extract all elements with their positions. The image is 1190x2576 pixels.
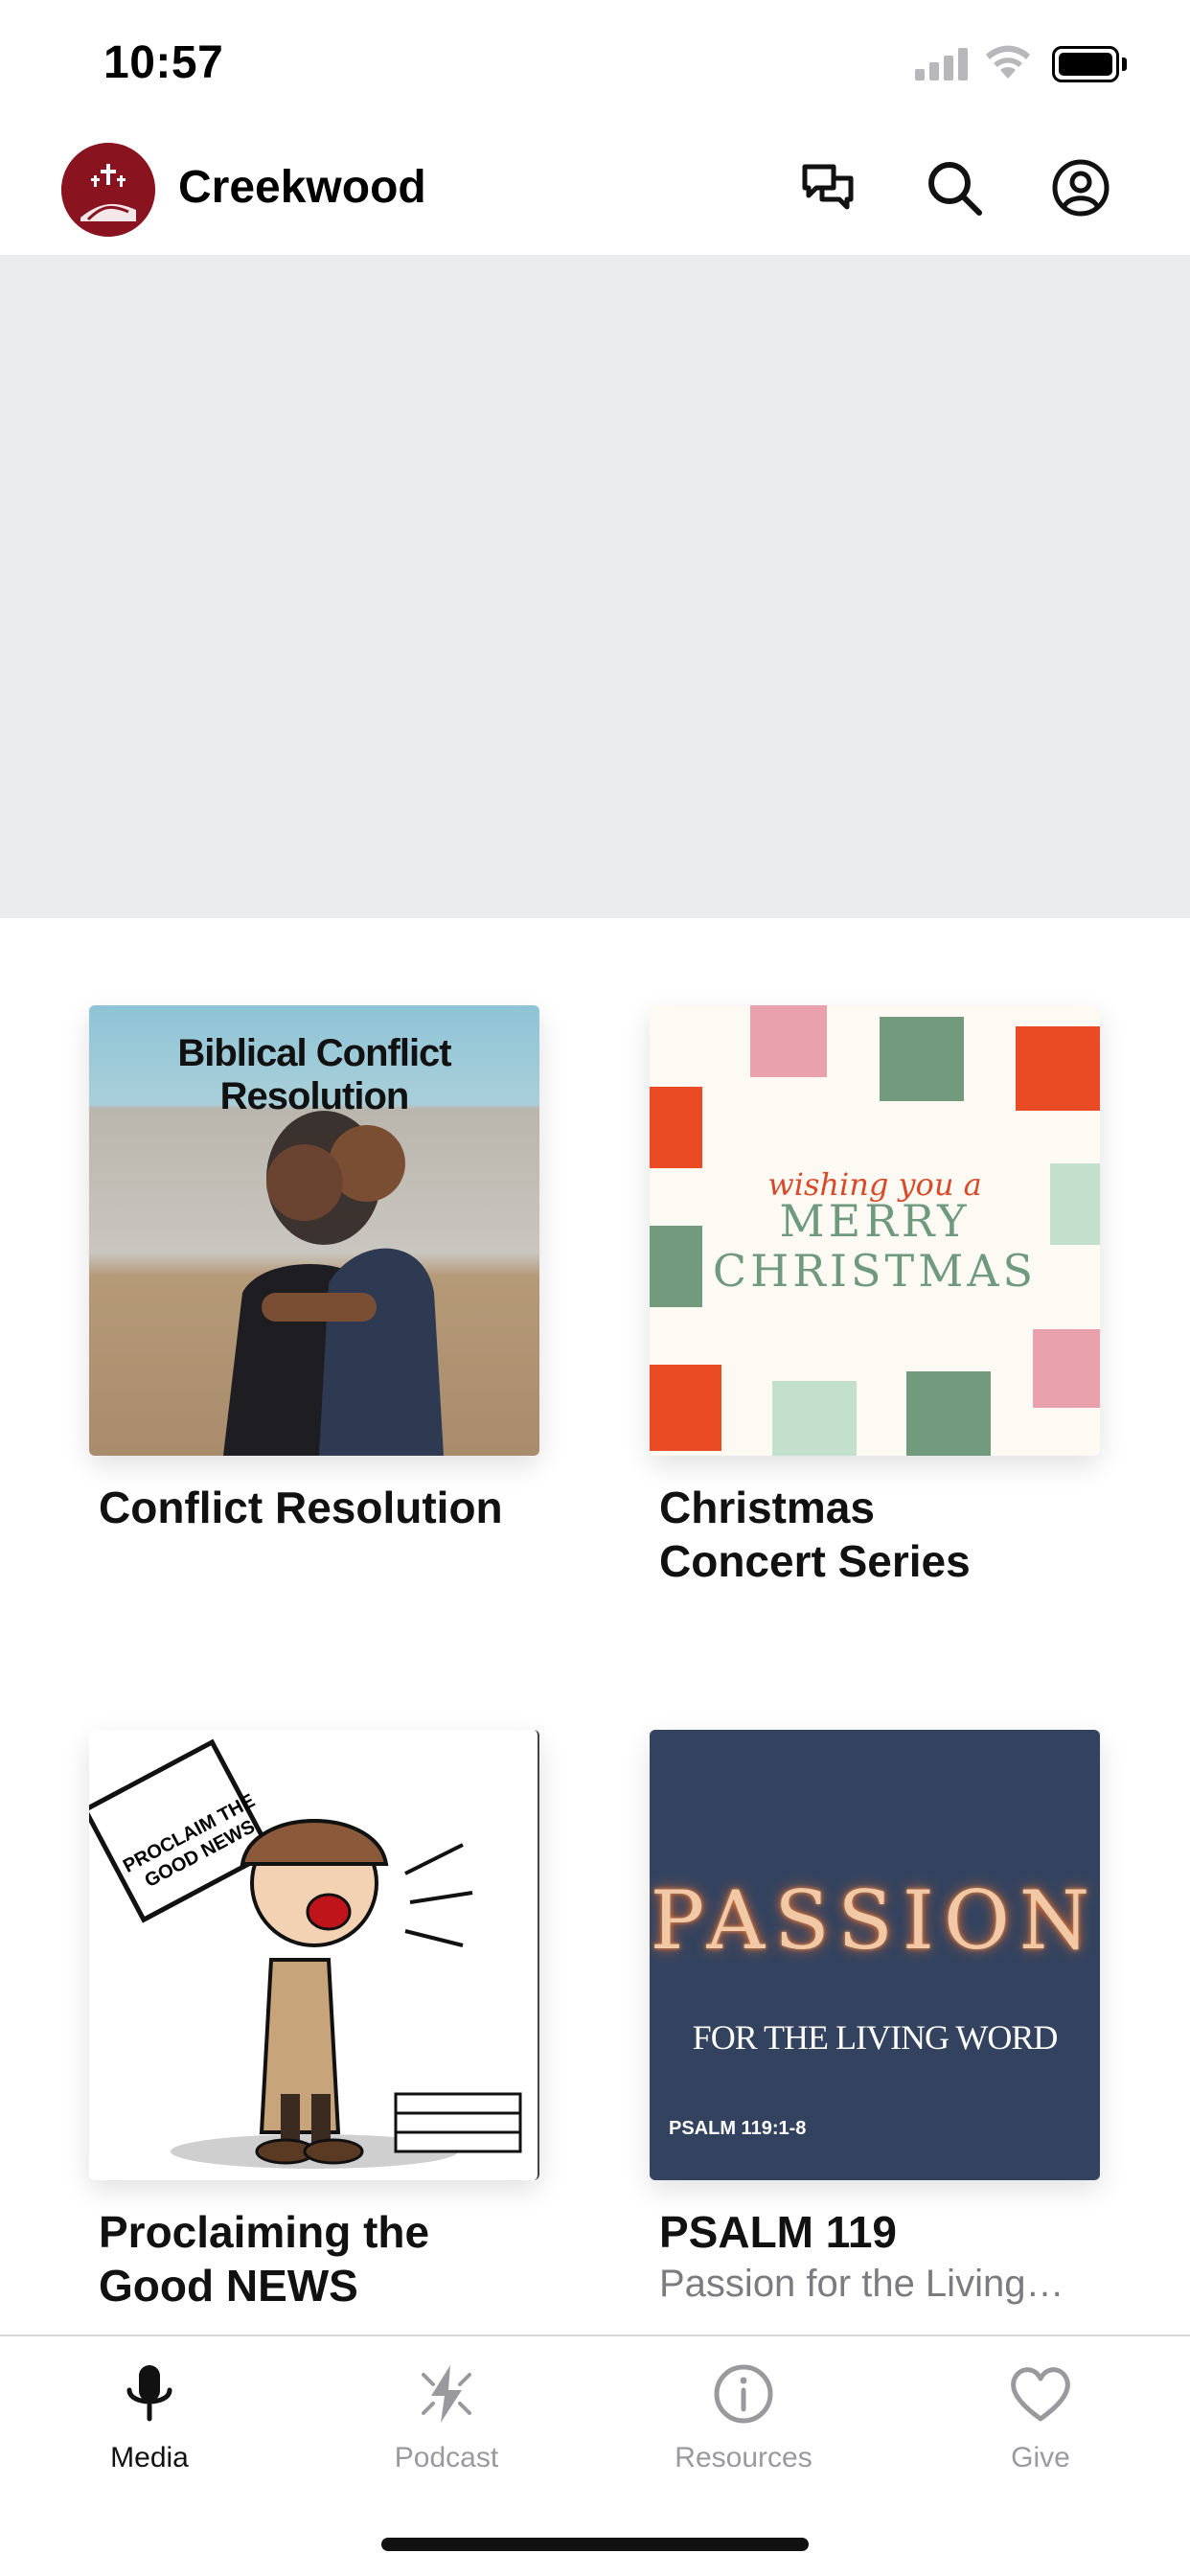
media-card-conflict-resolution[interactable]: Biblical Conflict Resolution Conflict Re… xyxy=(89,1005,539,1534)
card-title-line1: Proclaiming the xyxy=(99,2207,430,2257)
tab-podcast[interactable]: Podcast xyxy=(332,2358,561,2492)
thumbnail-merry-text: MERRY xyxy=(779,1195,971,1247)
passion-subtitle-text: FOR THE LIVING WORD xyxy=(692,2018,1059,2057)
battery-icon xyxy=(1052,46,1127,82)
card-thumbnail: Biblical Conflict Resolution xyxy=(89,1005,539,1456)
newsboy-cartoon-illustration xyxy=(89,1738,522,2169)
featured-banner[interactable] xyxy=(0,255,1190,918)
card-thumbnail: PASSION FOR THE LIVING WORD PSALM 119:1-… xyxy=(650,1730,1100,2180)
card-title: Conflict Resolution xyxy=(99,1483,503,1532)
app-header: Creekwood xyxy=(0,134,1190,255)
chat-icon[interactable] xyxy=(795,155,860,220)
card-title-line2: Concert Series xyxy=(659,1536,971,1586)
card-subtitle: Passion for the Living… xyxy=(659,2263,1064,2305)
tab-label: Give xyxy=(1011,2442,1070,2473)
tab-label: Podcast xyxy=(394,2442,499,2473)
scripture-reference-text: PSALM 119:1-8 xyxy=(669,2118,807,2139)
card-title: Proclaiming the Good NEWS xyxy=(89,2205,539,2312)
search-icon[interactable] xyxy=(922,155,987,220)
profile-icon[interactable] xyxy=(1048,155,1113,220)
passion-title-text: PASSION xyxy=(650,1874,1100,1967)
media-card-christmas-concert-series[interactable]: wishing you a MERRY CHRISTMAS Christmas … xyxy=(650,1005,1100,1588)
wifi-icon xyxy=(984,42,1032,80)
podcast-icon xyxy=(422,2365,471,2423)
status-bar: 10:57 xyxy=(0,0,1190,134)
media-card-psalm-119[interactable]: PASSION FOR THE LIVING WORD PSALM 119:1-… xyxy=(650,1730,1100,2309)
cellular-signal-icon xyxy=(915,48,969,80)
microphone-icon xyxy=(126,2365,172,2422)
card-title: Christmas Concert Series xyxy=(650,1481,1100,1588)
church-logo[interactable] xyxy=(61,143,155,237)
media-card-proclaiming-good-news[interactable]: PROCLAIM THE GOOD NEWS Proclaiming the G… xyxy=(89,1730,539,2312)
tab-media[interactable]: Media xyxy=(34,2358,264,2492)
info-icon xyxy=(714,2364,773,2424)
card-title-line1: Christmas xyxy=(659,1483,875,1532)
tab-resources[interactable]: Resources xyxy=(629,2358,858,2492)
tab-label: Media xyxy=(110,2442,189,2473)
card-title: PSALM 119 xyxy=(659,2207,897,2257)
card-title-line2: Good NEWS xyxy=(99,2261,358,2311)
tab-label: Resources xyxy=(675,2442,812,2473)
status-time: 10:57 xyxy=(103,37,224,88)
card-thumbnail: PROCLAIM THE GOOD NEWS xyxy=(89,1730,539,2180)
home-indicator[interactable] xyxy=(381,2538,809,2551)
people-hugging-illustration xyxy=(223,1111,444,1456)
thumbnail-christmas-text: CHRISTMAS xyxy=(712,1245,1038,1297)
tab-give[interactable]: Give xyxy=(926,2358,1156,2492)
card-thumbnail: wishing you a MERRY CHRISTMAS xyxy=(650,1005,1100,1456)
app-title: Creekwood xyxy=(178,162,426,213)
heart-icon xyxy=(1011,2367,1070,2422)
